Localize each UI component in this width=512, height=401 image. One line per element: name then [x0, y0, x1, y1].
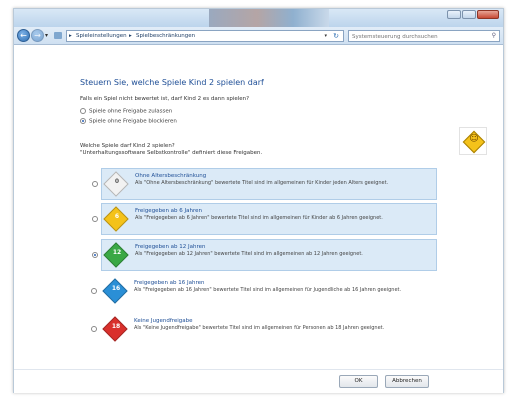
search-icon[interactable]: ⚲: [492, 32, 496, 39]
rating-option[interactable]: 12 Freigegeben ab 12 Jahren Als "Freigegeb…: [92, 239, 437, 271]
minimize-button[interactable]: [447, 10, 461, 19]
rating-description: Als "Freigegeben ab 16 Jahren" bewertete…: [134, 287, 402, 293]
title-bar-background-image: [209, 9, 329, 27]
allow-unrated-label: Spiele ohne Freigabe zulassen: [89, 108, 173, 115]
breadcrumb-separator-icon: ▸: [69, 33, 72, 39]
breadcrumb-item-game-restrictions[interactable]: Spielbeschränkungen: [136, 33, 195, 39]
usk-rating-number: 0: [114, 178, 120, 185]
rating-radio[interactable]: [92, 181, 98, 187]
page-title: Steuern Sie, welche Spiele Kind 2 spiele…: [80, 78, 264, 87]
usk-rating-number: 18: [111, 323, 121, 330]
usk-rating-number: 6: [114, 213, 120, 220]
rating-description: Als "Keine Jugendfreigabe" bewertete Tit…: [134, 325, 385, 331]
rating-title: Keine Jugendfreigabe: [134, 318, 193, 324]
rating-radio[interactable]: [92, 252, 98, 258]
usk-rating-number: 12: [112, 249, 122, 256]
breadcrumb-separator-icon: ▸: [129, 33, 132, 39]
rating-option[interactable]: 16 Freigegeben ab 16 Jahren Als "Freigegeb…: [91, 276, 437, 308]
maximize-button[interactable]: [462, 10, 476, 19]
search-field[interactable]: ⚲: [348, 30, 500, 42]
rating-option[interactable]: 6 Freigegeben ab 6 Jahren Als "Freigegeben…: [92, 203, 437, 235]
rating-option[interactable]: 0 Ohne Altersbeschränkung Als "Ohne Alters…: [92, 168, 437, 200]
rating-description: Als "Freigegeben ab 6 Jahren" bewertete …: [135, 215, 383, 221]
close-window-button[interactable]: [477, 10, 499, 19]
ratings-question: Welche Spiele darf Kind 2 spielen?: [80, 143, 175, 149]
main-content: Steuern Sie, welche Spiele Kind 2 spiele…: [14, 46, 503, 393]
rating-option[interactable]: 18 Keine Jugendfreigabe Als "Keine Jugendf…: [91, 314, 437, 346]
rating-description: Als "Ohne Altersbeschränkung" bewertete …: [135, 180, 389, 186]
block-unrated-option[interactable]: Spiele ohne Freigabe blockieren: [80, 118, 177, 125]
unrated-question: Falls ein Spiel nicht bewertet ist, darf…: [80, 96, 250, 102]
refresh-icon[interactable]: ↻: [333, 32, 339, 40]
footer-divider: [14, 369, 503, 370]
family-icon: ☺: [469, 134, 479, 144]
breadcrumb-item-game-settings[interactable]: Spieleinstellungen: [76, 33, 127, 39]
usk-rating-number: 16: [111, 285, 121, 292]
cancel-button[interactable]: Abbrechen: [385, 375, 429, 388]
window-controls: [447, 10, 499, 19]
rating-radio[interactable]: [91, 326, 97, 332]
control-panel-icon: [54, 32, 62, 39]
search-input[interactable]: [352, 32, 484, 41]
back-arrow-icon[interactable]: ←: [17, 29, 30, 42]
usk-rating-badge: ☺: [459, 127, 487, 155]
allow-unrated-option[interactable]: Spiele ohne Freigabe zulassen: [80, 108, 172, 115]
forward-arrow-icon[interactable]: →: [31, 29, 44, 42]
breadcrumb[interactable]: ▸ Spieleinstellungen ▸ Spielbeschränkung…: [66, 30, 344, 42]
rating-description: Als "Freigegeben ab 12 Jahren" bewertete…: [135, 251, 363, 257]
address-dropdown-icon[interactable]: ▾: [324, 33, 327, 39]
rating-title: Freigegeben ab 16 Jahren: [134, 280, 205, 286]
ratings-note: "Unterhaltungssoftware Selbstkontrolle" …: [80, 150, 263, 156]
allow-unrated-radio[interactable]: [80, 108, 86, 114]
block-unrated-label: Spiele ohne Freigabe blockieren: [89, 118, 177, 125]
control-panel-window: ← → ▾ ▸ Spieleinstellungen ▸ Spielbeschr…: [13, 8, 504, 393]
title-bar: [14, 9, 503, 27]
history-dropdown-icon[interactable]: ▾: [45, 32, 48, 39]
rating-radio[interactable]: [92, 216, 98, 222]
block-unrated-radio[interactable]: [80, 118, 86, 124]
address-bar: ← → ▾ ▸ Spieleinstellungen ▸ Spielbeschr…: [14, 27, 503, 45]
rating-title: Freigegeben ab 12 Jahren: [135, 244, 206, 250]
rating-title: Ohne Altersbeschränkung: [135, 173, 207, 179]
rating-title: Freigegeben ab 6 Jahren: [135, 208, 203, 214]
ok-button[interactable]: OK: [339, 375, 378, 388]
rating-radio[interactable]: [91, 288, 97, 294]
